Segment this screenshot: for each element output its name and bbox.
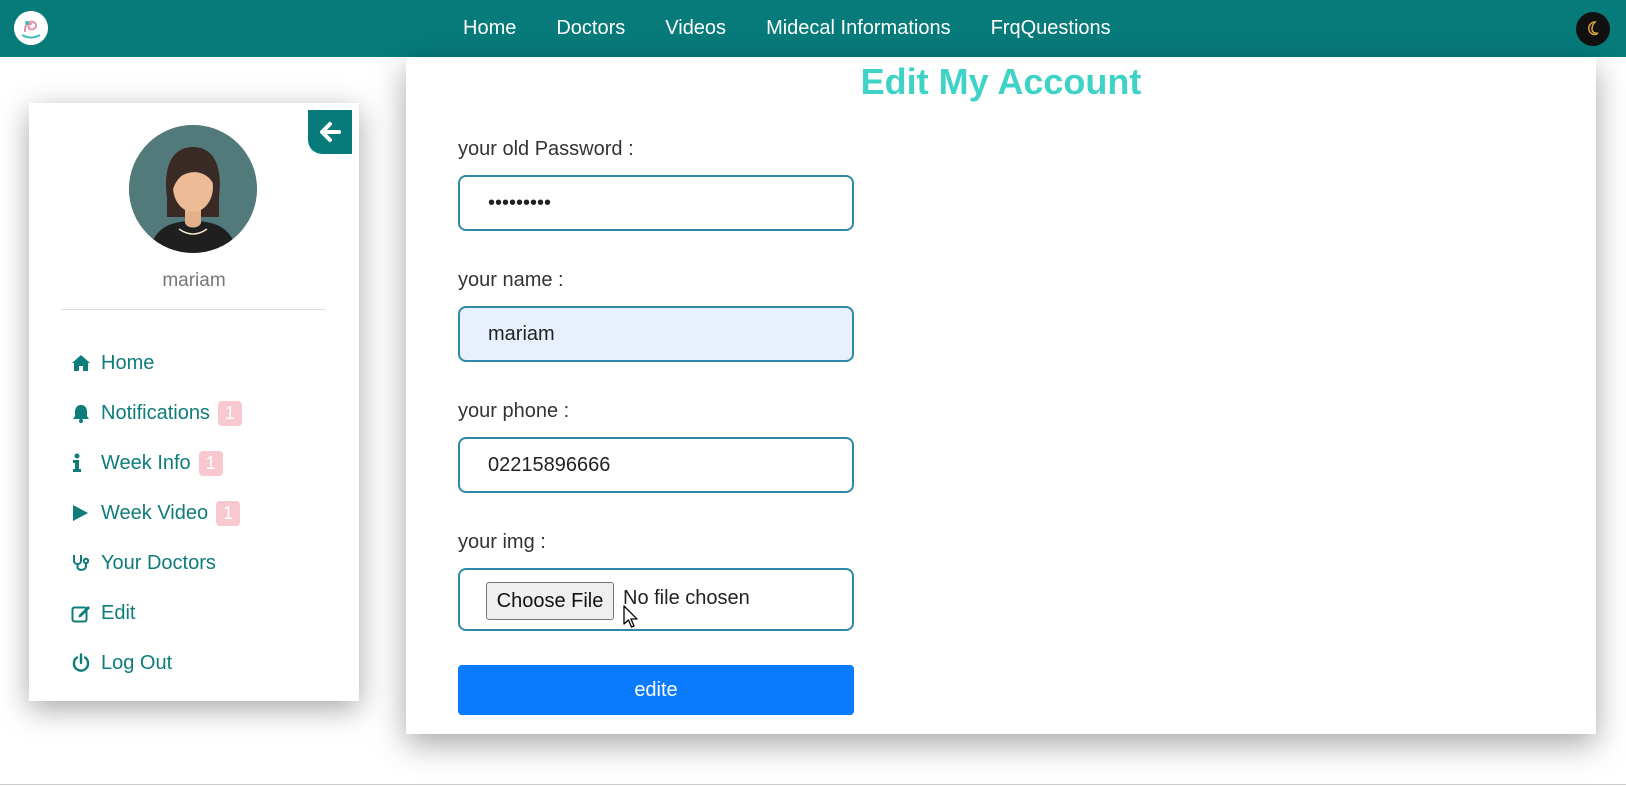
notification-badge: 1	[198, 450, 223, 476]
sidebar-item-label: Edit	[101, 601, 136, 624]
name-label: your name :	[458, 269, 564, 291]
sidebar-item-week-video[interactable]: Week Video 1	[71, 488, 341, 538]
sidebar-item-log-out[interactable]: Log Out	[71, 638, 341, 688]
play-icon	[71, 502, 97, 524]
bell-icon	[71, 402, 97, 424]
edit-account-card: Edit My Account your old Password : your…	[406, 57, 1596, 734]
home-icon	[71, 352, 97, 374]
top-navbar: Home Doctors Videos Midecal Informations…	[0, 0, 1626, 57]
mouse-pointer-icon	[623, 605, 638, 628]
nav-link-home[interactable]: Home	[463, 17, 516, 40]
sidebar-item-label: Your Doctors	[101, 551, 216, 574]
name-field[interactable]	[458, 306, 854, 362]
sidebar-item-label: Log Out	[101, 651, 173, 674]
sidebar-item-label: Home	[101, 351, 155, 374]
profile-username: mariam	[162, 270, 226, 291]
old-password-field[interactable]	[458, 175, 854, 231]
sidebar-item-label: Notifications	[101, 401, 210, 424]
arrow-left-icon	[320, 122, 341, 142]
image-file-input[interactable]: Choose File No file chosen	[458, 568, 854, 631]
power-icon	[71, 652, 97, 674]
moon-icon	[1588, 21, 1599, 36]
user-avatar-icon	[129, 125, 257, 253]
nav-link-videos[interactable]: Videos	[665, 17, 726, 40]
old-password-label: your old Password :	[458, 138, 634, 160]
nav-links: Home Doctors Videos Midecal Informations…	[463, 0, 1151, 57]
nav-link-doctors[interactable]: Doctors	[556, 17, 625, 40]
submit-edit-button[interactable]: edite	[458, 665, 854, 715]
nav-link-frq-questions[interactable]: FrqQuestions	[991, 17, 1111, 40]
phone-field[interactable]	[458, 437, 854, 493]
sidebar-menu: Home Notifications 1 Week Info 1 Week Vi…	[71, 338, 341, 688]
sidebar-item-label: Week Info	[101, 451, 191, 474]
notification-badge: 1	[217, 400, 242, 426]
sidebar-item-home[interactable]: Home	[71, 338, 341, 388]
sidebar-item-notifications[interactable]: Notifications 1	[71, 388, 341, 438]
collapse-sidebar-button[interactable]	[308, 110, 352, 154]
page-bottom-divider	[0, 784, 1626, 785]
theme-toggle-button[interactable]	[1576, 12, 1610, 46]
sidebar-item-your-doctors[interactable]: Your Doctors	[71, 538, 341, 588]
brand-logo[interactable]	[14, 11, 48, 45]
logo-icon	[14, 11, 48, 45]
sidebar-item-label: Week Video	[101, 501, 209, 524]
edit-icon	[71, 602, 97, 624]
sidebar-divider	[61, 309, 325, 310]
profile-sidebar: mariam Home Notifications 1 Week Info 1 …	[29, 103, 359, 701]
choose-file-button[interactable]: Choose File	[486, 582, 614, 620]
sidebar-item-week-info[interactable]: Week Info 1	[71, 438, 341, 488]
img-label: your img :	[458, 531, 546, 553]
file-status-text: No file chosen	[623, 587, 750, 609]
sidebar-item-edit[interactable]: Edit	[71, 588, 341, 638]
avatar	[129, 125, 257, 253]
page-title: Edit My Account	[860, 61, 1142, 102]
nav-link-medical-informations[interactable]: Midecal Informations	[766, 17, 951, 40]
notification-badge: 1	[216, 500, 241, 526]
phone-label: your phone :	[458, 400, 570, 422]
stethoscope-icon	[71, 552, 97, 574]
info-icon	[71, 452, 97, 474]
